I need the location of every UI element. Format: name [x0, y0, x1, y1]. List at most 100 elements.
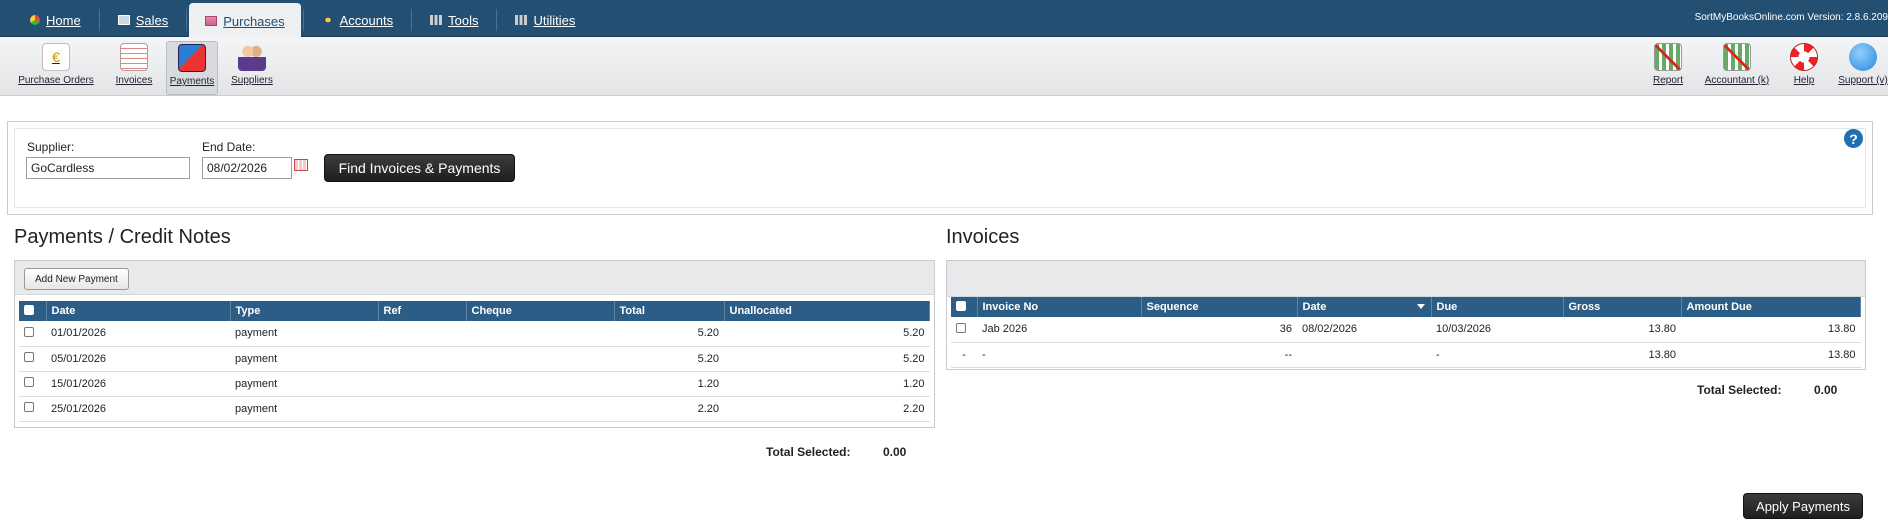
apply-payments-button[interactable]: Apply Payments [1743, 493, 1863, 519]
tab-purchases-label: Purchases [223, 13, 285, 29]
tab-separator [98, 9, 100, 31]
checkbox[interactable] [24, 352, 34, 362]
invoices-title: Invoices [946, 226, 1020, 248]
col-unallocated[interactable]: Unallocated [724, 301, 930, 321]
row-select[interactable] [951, 317, 977, 343]
toolbar-suppliers-label: Suppliers [231, 75, 273, 86]
main-tabs: Home Sales Purchases Accounts Tools Util… [14, 3, 591, 39]
total-cell: 2.20 [614, 396, 724, 422]
gross-cell: 13.80 [1563, 342, 1681, 368]
sequence-cell: -- [1141, 342, 1297, 368]
date-cell: 08/02/2026 [1297, 317, 1431, 343]
checkbox[interactable] [24, 377, 34, 387]
invoices-panel-header [947, 261, 1865, 297]
end-date-input[interactable] [202, 157, 292, 179]
toolbar-payments-label: Payments [169, 76, 215, 87]
total-cell: 5.20 [614, 321, 724, 347]
type-cell: payment [230, 321, 378, 347]
row-select[interactable] [19, 371, 46, 397]
col-date: Date [1302, 301, 1327, 313]
accounts-icon [321, 15, 334, 25]
payments-icon [178, 44, 206, 72]
payments-panel-header: Add New Payment [15, 261, 934, 295]
table-row[interactable]: 15/01/2026 payment 1.20 1.20 [19, 371, 930, 397]
tab-tools[interactable]: Tools [414, 3, 494, 37]
checkbox[interactable] [956, 300, 966, 311]
toolbar-purchase-orders[interactable]: € Purchase Orders [16, 41, 96, 95]
toolbar-suppliers[interactable]: Suppliers [230, 41, 274, 95]
col-amount-due[interactable]: Amount Due [1681, 297, 1861, 317]
purchase-orders-icon: € [42, 43, 70, 71]
select-all-invoices[interactable] [951, 297, 978, 317]
table-row[interactable]: 05/01/2026 payment 5.20 5.20 [19, 346, 930, 372]
toolbar-invoices-label: Invoices [115, 75, 153, 86]
unallocated-cell: 2.20 [724, 396, 930, 422]
purchases-icon [205, 16, 218, 26]
invoices-icon [120, 43, 148, 71]
toolbar-accountant[interactable]: Accountant (k) [1702, 41, 1772, 95]
supplier-input[interactable] [26, 157, 190, 179]
sort-down-icon [1416, 304, 1425, 309]
help-question-icon[interactable]: ? [1844, 129, 1863, 148]
col-gross[interactable]: Gross [1563, 297, 1682, 317]
add-new-payment-button[interactable]: Add New Payment [24, 268, 129, 290]
toolbar-accountant-label: Accountant (k) [1704, 75, 1770, 86]
tools-icon [430, 15, 443, 25]
tab-accounts[interactable]: Accounts [306, 3, 409, 37]
home-icon [30, 15, 40, 25]
payments-header-row: Date Type Ref Cheque Total Unallocated [19, 301, 930, 321]
checkbox[interactable] [956, 322, 966, 333]
report-icon [1654, 43, 1682, 71]
tab-purchases[interactable]: Purchases [189, 3, 301, 39]
col-date[interactable]: Date [46, 301, 231, 321]
checkbox[interactable] [24, 402, 34, 412]
due-cell: 10/03/2026 [1431, 317, 1563, 343]
toolbar-support[interactable]: Support (v) [1838, 41, 1888, 95]
select-all-payments[interactable] [19, 301, 47, 321]
totals-lead-cell: - [951, 342, 977, 368]
toolbar-support-label: Support (v) [1838, 75, 1888, 86]
invoice-no-cell: - [977, 342, 1141, 368]
invoices-total-selected-label: Total Selected: [1697, 383, 1782, 397]
top-nav-bar: Home Sales Purchases Accounts Tools Util… [0, 0, 1888, 39]
tab-home[interactable]: Home [14, 3, 97, 37]
col-type[interactable]: Type [230, 301, 379, 321]
payments-title: Payments / Credit Notes [14, 226, 231, 248]
tab-sales[interactable]: Sales [102, 3, 185, 37]
suppliers-icon [238, 43, 266, 71]
checkbox[interactable] [24, 304, 34, 315]
toolbar-invoices[interactable]: Invoices [112, 41, 156, 95]
cheque-cell [466, 396, 614, 422]
date-cell: 05/01/2026 [46, 346, 230, 372]
cheque-cell [466, 346, 614, 372]
tab-utilities[interactable]: Utilities [499, 3, 591, 37]
type-cell: payment [230, 346, 378, 372]
col-ref[interactable]: Ref [378, 301, 467, 321]
toolbar-payments[interactable]: Payments [166, 41, 218, 95]
calendar-icon[interactable] [294, 159, 308, 171]
row-select[interactable] [19, 321, 46, 347]
checkbox[interactable] [24, 326, 34, 337]
table-row[interactable]: 25/01/2026 payment 2.20 2.20 [19, 396, 930, 422]
tab-tools-label: Tools [448, 12, 479, 28]
toolbar-help[interactable]: Help [1784, 41, 1824, 95]
find-invoices-payments-button[interactable]: Find Invoices & Payments [324, 154, 515, 182]
col-cheque[interactable]: Cheque [466, 301, 615, 321]
tab-separator [302, 9, 304, 31]
row-select[interactable] [19, 396, 46, 422]
col-due[interactable]: Due [1431, 297, 1564, 317]
version-text: SortMyBooksOnline.com Version: 2.8.6.209 [1694, 12, 1888, 23]
table-row[interactable]: Jab 2026 36 08/02/2026 10/03/2026 13.80 … [951, 317, 1861, 343]
payments-table: Date Type Ref Cheque Total Unallocated 0… [19, 301, 930, 422]
col-date-sorted[interactable]: Date [1297, 297, 1432, 317]
lifebuoy-icon [1790, 43, 1818, 71]
toolbar-purchase-orders-label: Purchase Orders [18, 75, 94, 86]
table-row[interactable]: 01/01/2026 payment 5.20 5.20 [19, 321, 930, 347]
toolbar-report[interactable]: Report [1646, 41, 1690, 95]
col-total[interactable]: Total [614, 301, 725, 321]
row-select[interactable] [19, 346, 46, 372]
col-sequence[interactable]: Sequence [1141, 297, 1298, 317]
invoices-table: Invoice No Sequence Date Due Gross Amoun… [951, 297, 1861, 368]
col-invoice-no[interactable]: Invoice No [977, 297, 1142, 317]
total-cell: 5.20 [614, 346, 724, 372]
